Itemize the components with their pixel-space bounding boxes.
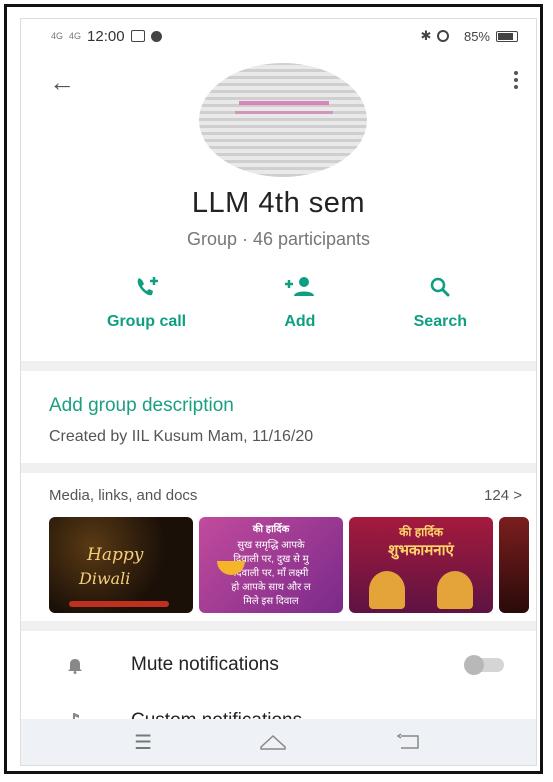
bluetooth-icon: ✱ bbox=[420, 28, 432, 43]
bell-icon bbox=[67, 656, 83, 674]
whatsapp-notification-icon bbox=[150, 30, 162, 42]
created-by-text: Created by IIL Kusum Mam, 11/16/20 bbox=[49, 428, 314, 445]
thumb-text: हो आपके साथ और ल bbox=[231, 582, 311, 593]
back-nav-icon[interactable] bbox=[395, 733, 423, 751]
section-divider bbox=[21, 621, 536, 631]
back-arrow-icon[interactable]: ← bbox=[49, 67, 75, 98]
thumb-text: सुख समृद्धि आपके bbox=[237, 540, 305, 551]
media-thumbnail[interactable] bbox=[499, 517, 529, 613]
add-group-description-link[interactable]: Add group description bbox=[49, 395, 234, 417]
menu-nav-icon[interactable]: ☰ bbox=[134, 730, 152, 755]
hotspot-icon bbox=[437, 30, 450, 42]
thumb-text: मिले इस दिवाल bbox=[243, 596, 299, 607]
media-header: Media, links, and docs 124 > bbox=[49, 487, 522, 504]
mute-notifications-label: Mute notifications bbox=[131, 654, 279, 675]
add-participant-button[interactable]: Add bbox=[283, 275, 317, 331]
group-call-button[interactable]: Group call bbox=[107, 275, 186, 331]
group-name: LLM 4th sem bbox=[191, 187, 366, 219]
media-thumbnail[interactable]: Happy Diwali bbox=[49, 517, 193, 613]
group-call-label: Group call bbox=[107, 313, 187, 330]
media-heading: Media, links, and docs bbox=[49, 487, 198, 504]
battery-percent: 85% bbox=[463, 28, 490, 44]
sim2-signal: 4G bbox=[69, 30, 82, 41]
group-call-icon bbox=[134, 275, 160, 299]
sim1-signal: 4G bbox=[51, 30, 64, 41]
gallery-notification-icon bbox=[130, 30, 145, 42]
thumb-text: की हार्दिक bbox=[399, 525, 443, 539]
section-divider bbox=[21, 361, 536, 371]
mute-notifications-row[interactable]: Mute notifications bbox=[21, 641, 536, 689]
search-icon bbox=[428, 275, 452, 299]
more-options-icon[interactable] bbox=[514, 71, 520, 89]
thumb-text: Happy bbox=[87, 545, 144, 565]
search-label: Search bbox=[413, 313, 467, 330]
thumb-text: शुभकामनाएं bbox=[388, 542, 454, 559]
deity-image bbox=[437, 571, 473, 609]
group-participants: Group · 46 participants bbox=[186, 229, 371, 249]
system-nav-bar: ☰ bbox=[21, 719, 536, 765]
add-person-icon bbox=[283, 275, 317, 299]
deity-image bbox=[369, 571, 405, 609]
home-nav-icon[interactable] bbox=[258, 733, 288, 751]
add-label: Add bbox=[284, 313, 316, 330]
mute-toggle[interactable] bbox=[464, 655, 504, 675]
thumb-text: Diwali bbox=[79, 569, 131, 588]
media-thumbnail[interactable]: की हार्दिक शुभकामनाएं bbox=[349, 517, 493, 613]
thumb-text: की हार्दिक bbox=[252, 524, 290, 535]
section-divider bbox=[21, 463, 536, 473]
quick-actions: Group call Add Search bbox=[107, 275, 467, 331]
status-bar: 4G 4G 12:00 ✱ 85% bbox=[21, 19, 536, 53]
group-avatar[interactable] bbox=[199, 63, 367, 177]
clock: 12:00 bbox=[87, 27, 125, 45]
network-speed bbox=[455, 32, 458, 41]
media-count-link[interactable]: 124 > bbox=[484, 487, 522, 504]
phone-screen: 4G 4G 12:00 ✱ 85% ← LLM 4th sem Group · … bbox=[21, 19, 536, 765]
battery-icon bbox=[496, 30, 518, 42]
screenshot-frame: 4G 4G 12:00 ✱ 85% ← LLM 4th sem Group · … bbox=[4, 4, 543, 774]
media-thumbnails: Happy Diwali की हार्दिक सुख समृद्धि आपके… bbox=[49, 517, 529, 613]
search-button[interactable]: Search bbox=[414, 275, 467, 331]
media-thumbnail[interactable]: की हार्दिक सुख समृद्धि आपके दिवाली पर, द… bbox=[199, 517, 343, 613]
